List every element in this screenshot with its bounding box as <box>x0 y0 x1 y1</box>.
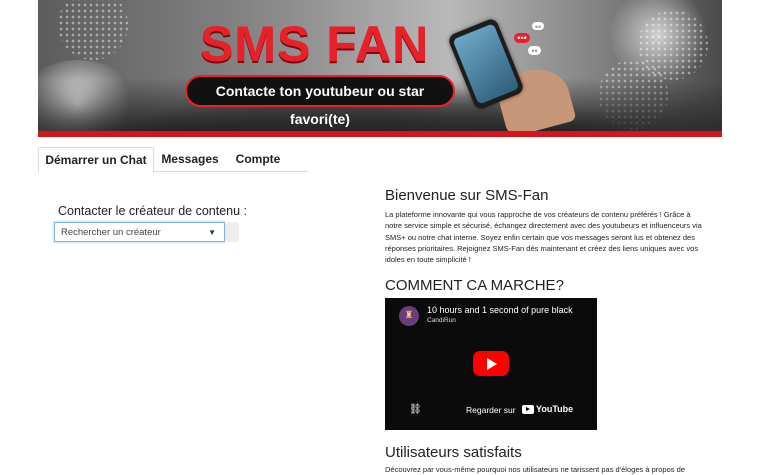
banner-dot-pattern <box>58 0 128 60</box>
chat-bubble-icon: •• <box>528 46 541 56</box>
youtube-video-embed[interactable]: ♜ 10 hours and 1 second of pure black Ca… <box>385 298 597 430</box>
satisfied-users-paragraph: Découvrez par vous-même pourquoi nos uti… <box>385 465 685 474</box>
watch-on-label[interactable]: Regarder sur <box>466 405 516 415</box>
creator-search-select[interactable]: Rechercher un créateur ▼ <box>54 222 225 242</box>
banner-tagline: Contacte ton youtubeur ou star favori(te… <box>185 75 455 127</box>
channel-avatar[interactable]: ♜ <box>399 306 419 326</box>
chat-bubble-icon: •• <box>532 22 544 32</box>
satisfied-users-heading: Utilisateurs satisfaits <box>385 444 522 461</box>
banner-red-stripe <box>38 131 722 137</box>
video-channel: CandiRun <box>427 317 456 324</box>
youtube-wordmark: YouTube <box>536 404 574 414</box>
chat-bubble-icon: ••• <box>514 33 530 43</box>
chevron-down-icon: ▼ <box>208 228 216 237</box>
hero-banner: SMS FAN Contacte ton youtubeur ou star f… <box>38 0 722 137</box>
contact-creator-label: Contacter le créateur de contenu : <box>58 204 248 218</box>
youtube-logo[interactable]: YouTube <box>522 404 574 415</box>
youtube-icon <box>522 405 534 415</box>
tab-messages[interactable]: Messages <box>156 147 224 171</box>
welcome-heading: Bienvenue sur SMS-Fan <box>385 187 549 204</box>
tab-bar: Démarrer un Chat Messages Compte <box>38 147 308 173</box>
how-it-works-heading: COMMENT CA MARCHE? <box>385 277 564 294</box>
play-button[interactable] <box>473 351 509 376</box>
select-addon <box>226 222 239 242</box>
creator-search-placeholder: Rechercher un créateur <box>61 227 161 238</box>
copy-link-icon[interactable]: ⛓ <box>409 404 422 415</box>
video-title[interactable]: 10 hours and 1 second of pure black <box>427 305 597 315</box>
tab-start-chat[interactable]: Démarrer un Chat <box>38 147 154 173</box>
banner-logo-text: SMS FAN <box>200 16 430 72</box>
tab-account[interactable]: Compte <box>228 147 288 171</box>
welcome-paragraph: La plateforme innovante qui vous rapproc… <box>385 210 702 265</box>
